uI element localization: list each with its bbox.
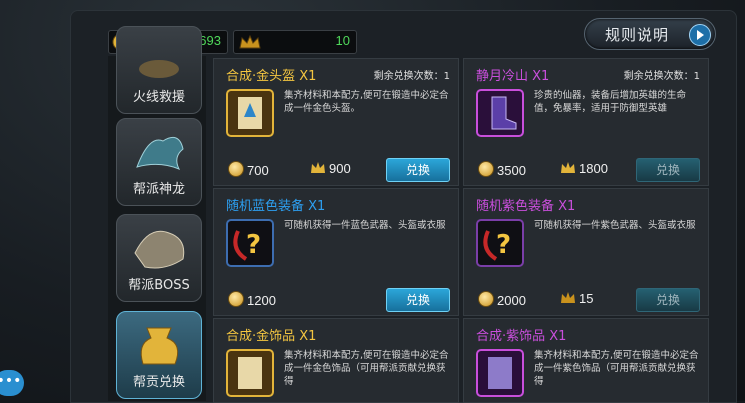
money-bag-icon bbox=[140, 327, 179, 365]
coin-price: 700 bbox=[228, 161, 269, 178]
random-blue-gear-icon: ? bbox=[226, 219, 274, 267]
item-title: 合成·紫饰品 X1 bbox=[476, 329, 567, 344]
item-description: 可随机获得一件紫色武器、头盔或衣服 bbox=[534, 220, 696, 231]
item-description: 集齐材料和本配方,便可在锻造中必定合成一件金色饰品（可用帮派贡献兑换获得 bbox=[284, 350, 449, 387]
exchange-card: 合成·金头盔 X1 剩余兑换次数：1 集齐材料和本配方,便可在锻造中必定合成一件… bbox=[213, 58, 459, 186]
exchange-button[interactable]: 兑换 bbox=[386, 288, 450, 312]
sidebar-item-label: 火线救援 bbox=[132, 90, 185, 105]
coin-price: 1200 bbox=[228, 291, 276, 308]
coin-icon bbox=[478, 291, 494, 307]
dragon-icon bbox=[136, 136, 184, 170]
arrow-right-icon bbox=[689, 24, 711, 46]
exchange-button[interactable]: 兑换 bbox=[636, 158, 700, 182]
crown-icon bbox=[311, 162, 325, 173]
coin-icon bbox=[228, 161, 244, 177]
coin-icon bbox=[228, 291, 244, 307]
sidebar-item-contribution-exchange[interactable]: 帮贡兑换 bbox=[116, 311, 202, 399]
svg-text:?: ? bbox=[246, 230, 261, 260]
purple-boots-icon bbox=[476, 89, 524, 137]
item-description: 可随机获得一件蓝色武器、头盔或衣服 bbox=[284, 220, 446, 231]
crown-icon bbox=[561, 162, 575, 173]
crown-price: 900 bbox=[310, 161, 351, 176]
random-purple-gear-icon: ? bbox=[476, 219, 524, 267]
gold-accessory-recipe-icon bbox=[226, 349, 274, 397]
rules-button[interactable]: 规则说明 bbox=[584, 18, 716, 50]
remaining-count: 剩余兑换次数：1 bbox=[373, 71, 450, 82]
exchange-card: 静月冷山 X1 剩余兑换次数：1 珍贵的仙器，装备后增加英雄的生命值，免暴率，适… bbox=[463, 58, 709, 186]
exchange-card: 随机蓝色装备 X1 ? 可随机获得一件蓝色武器、头盔或衣服 1200 兑换 bbox=[213, 188, 459, 316]
boss-icon bbox=[134, 230, 185, 269]
exchange-card: 合成·紫饰品 X1 集齐材料和本配方,便可在锻造中必定合成一件紫色饰品（可用帮派… bbox=[463, 318, 709, 403]
item-title: 合成·金头盔 X1 bbox=[226, 69, 317, 84]
sidebar-item-label: 帮贡兑换 bbox=[132, 375, 185, 390]
rescue-icon bbox=[139, 60, 179, 78]
crown-value: 10 bbox=[335, 33, 350, 48]
sidebar-item-gang-boss[interactable]: 帮派BOSS bbox=[116, 214, 202, 302]
item-description: 集齐材料和本配方,便可在锻造中必定合成一件金色头盔。 bbox=[284, 90, 449, 114]
coin-price: 3500 bbox=[478, 161, 526, 178]
exchange-card: 合成·金饰品 X1 集齐材料和本配方,便可在锻造中必定合成一件金色饰品（可用帮派… bbox=[213, 318, 459, 403]
exchange-button[interactable]: 兑换 bbox=[636, 288, 700, 312]
sidebar-item-gang-dragon[interactable]: 帮派神龙 bbox=[116, 118, 202, 206]
crown-icon bbox=[237, 33, 263, 51]
item-title: 静月冷山 X1 bbox=[476, 69, 550, 84]
item-title: 合成·金饰品 X1 bbox=[226, 329, 317, 344]
svg-text:?: ? bbox=[496, 230, 511, 260]
item-title: 随机紫色装备 X1 bbox=[476, 199, 576, 214]
sidebar-item-label: 帮派神龙 bbox=[132, 182, 185, 197]
rules-label: 规则说明 bbox=[605, 26, 670, 44]
sidebar-item-fire-rescue[interactable]: 火线救援 bbox=[116, 26, 202, 114]
coin-price: 2000 bbox=[478, 291, 526, 308]
sidebar-item-label: 帮派BOSS bbox=[128, 278, 190, 293]
item-description: 珍贵的仙器，装备后增加英雄的生命值，免暴率，适用于防御型英雄 bbox=[534, 90, 687, 114]
purple-accessory-recipe-icon bbox=[476, 349, 524, 397]
gold-helmet-recipe-icon bbox=[226, 89, 274, 137]
crown-price: 1800 bbox=[560, 161, 608, 176]
crown-counter: 10 bbox=[233, 30, 357, 54]
crest-icon bbox=[561, 292, 575, 303]
item-description: 集齐材料和本配方,便可在锻造中必定合成一件紫色饰品（可用帮派贡献兑换获得 bbox=[534, 350, 699, 387]
category-sidebar: 火线救援 帮派神龙 帮派BOSS 帮贡兑换 bbox=[108, 26, 206, 401]
remaining-count: 剩余兑换次数：1 bbox=[623, 71, 700, 82]
exchange-button[interactable]: 兑换 bbox=[386, 158, 450, 182]
token-price: 15 bbox=[560, 291, 593, 306]
coin-icon bbox=[478, 161, 494, 177]
exchange-card: 随机紫色装备 X1 ? 可随机获得一件紫色武器、头盔或衣服 2000 15 兑换 bbox=[463, 188, 709, 316]
item-title: 随机蓝色装备 X1 bbox=[226, 199, 326, 214]
